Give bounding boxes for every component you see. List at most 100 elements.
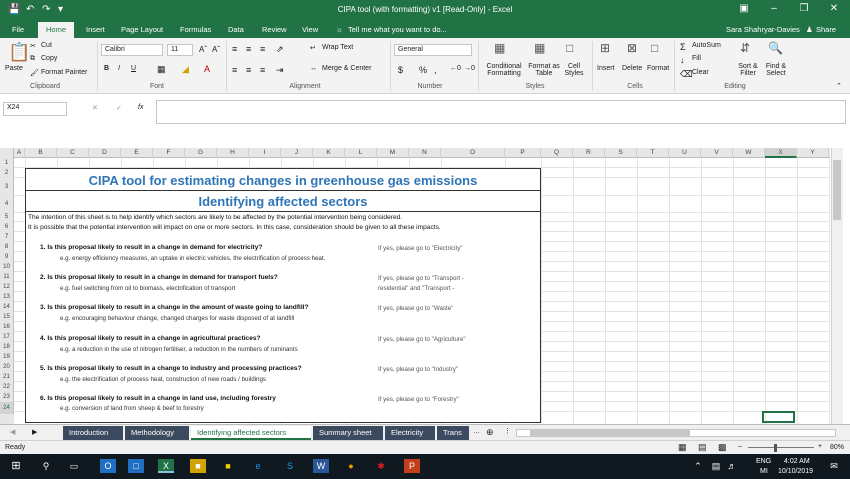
scroll-tabs-left-icon[interactable]: ◀ (10, 428, 15, 436)
chrome-icon[interactable]: ● (343, 459, 359, 473)
wrap-text-icon[interactable]: ↵ (310, 44, 316, 52)
language-sub[interactable]: MI (760, 468, 768, 475)
windows-start-icon[interactable]: ⊞ (8, 459, 24, 473)
sheet-tab-methodology[interactable]: Methodology (125, 426, 189, 440)
column-header-Q[interactable]: Q (541, 148, 573, 158)
select-all-corner[interactable] (0, 148, 14, 158)
column-header-B[interactable]: B (25, 148, 57, 158)
sheet-tab-introduction[interactable]: Introduction (63, 426, 123, 440)
fill-icon[interactable]: ↓ (680, 55, 685, 65)
tab-home[interactable]: Home (38, 22, 75, 38)
column-header-C[interactable]: C (57, 148, 89, 158)
orientation-icon[interactable]: ⇗ (276, 44, 284, 55)
copy-button[interactable]: Copy (41, 55, 57, 62)
conditional-formatting-button[interactable]: Conditional Formatting (482, 63, 526, 77)
outlook-icon[interactable]: O (100, 459, 116, 473)
user-name[interactable]: Sara Shahryar-Davies (726, 25, 800, 34)
page-layout-view-icon[interactable]: ▤ (698, 442, 707, 453)
row-header-24[interactable]: 24 (0, 402, 14, 414)
row-header-10[interactable]: 10 (0, 262, 14, 272)
row-header-15[interactable]: 15 (0, 312, 14, 322)
column-header-S[interactable]: S (605, 148, 637, 158)
column-header-E[interactable]: E (121, 148, 153, 158)
word-icon[interactable]: W (313, 459, 329, 473)
number-format-select[interactable]: General (394, 44, 472, 56)
ribbon-display-icon[interactable]: ▣ (730, 3, 758, 14)
language-indicator[interactable]: ENG (756, 458, 771, 465)
fill-color-icon[interactable]: ◢ (182, 64, 189, 75)
horizontal-scroll-thumb[interactable] (530, 430, 690, 436)
vertical-scroll-thumb[interactable] (833, 160, 841, 220)
zoom-slider-thumb[interactable] (774, 444, 777, 452)
sticky-notes-icon[interactable]: ■ (220, 459, 236, 473)
restore-icon[interactable]: ❐ (790, 3, 818, 14)
active-cell-X24[interactable] (762, 411, 795, 423)
row-header-5[interactable]: 5 (0, 213, 14, 222)
font-color-icon[interactable]: A (204, 64, 210, 74)
row-header-18[interactable]: 18 (0, 342, 14, 352)
zoom-level[interactable]: 80% (830, 444, 844, 451)
zoom-in-icon[interactable]: + (818, 443, 822, 450)
zoom-slider[interactable] (748, 447, 814, 448)
borders-icon[interactable]: ▦ (157, 64, 166, 75)
excel-icon[interactable]: X (158, 459, 174, 473)
cell-styles-button[interactable]: Cell Styles (561, 63, 587, 77)
zoom-out-icon[interactable]: – (738, 443, 742, 450)
clear-button[interactable]: Clear (692, 69, 709, 76)
show-hidden-icons-icon[interactable]: ⌃ (690, 459, 706, 473)
row-header-16[interactable]: 16 (0, 322, 14, 332)
cut-icon[interactable]: ✂ (30, 42, 36, 50)
skype-icon[interactable]: S (282, 459, 298, 473)
column-header-A[interactable]: A (14, 148, 25, 158)
column-header-P[interactable]: P (505, 148, 541, 158)
page-break-view-icon[interactable]: ▩ (718, 442, 727, 453)
column-header-I[interactable]: I (249, 148, 281, 158)
column-header-O[interactable]: O (441, 148, 505, 158)
row-header-20[interactable]: 20 (0, 362, 14, 372)
insert-cells-button[interactable]: Insert (597, 65, 615, 72)
row-header-4[interactable]: 4 (0, 196, 14, 213)
row-header-23[interactable]: 23 (0, 392, 14, 402)
column-header-N[interactable]: N (409, 148, 441, 158)
align-center-icon[interactable]: ≡ (246, 65, 251, 75)
column-header-U[interactable]: U (669, 148, 701, 158)
autosum-button[interactable]: AutoSum (692, 42, 721, 49)
format-table-icon[interactable]: ▦ (534, 41, 545, 55)
cell-styles-icon[interactable]: □ (566, 41, 573, 55)
sort-filter-icon[interactable]: ⇵ (740, 41, 750, 55)
confirm-entry-icon[interactable]: ✓ (116, 104, 122, 112)
merge-center-button[interactable]: Merge & Center (322, 65, 371, 72)
row-header-13[interactable]: 13 (0, 292, 14, 302)
column-header-X[interactable]: X (765, 148, 797, 158)
find-select-button[interactable]: Find & Select (762, 63, 790, 77)
percent-button[interactable]: % (419, 65, 427, 75)
tab-review[interactable]: Review (262, 25, 287, 34)
fill-button[interactable]: Fill (692, 55, 701, 62)
autosum-icon[interactable]: Σ (680, 42, 686, 52)
sheet-tab-electricity[interactable]: Electricity (385, 426, 435, 440)
file-explorer-icon[interactable]: ■ (190, 459, 206, 473)
delete-cells-button[interactable]: Delete (622, 65, 642, 72)
increase-decimal-icon[interactable]: ←0 (450, 65, 461, 72)
calendar-app-icon[interactable]: □ (128, 459, 144, 473)
sort-filter-button[interactable]: Sort & Filter (735, 63, 761, 77)
align-bottom-icon[interactable]: ≡ (260, 44, 265, 54)
name-box[interactable]: X24 (3, 102, 67, 116)
clock-date[interactable]: 10/10/2019 (778, 468, 813, 475)
column-header-M[interactable]: M (377, 148, 409, 158)
column-header-Y[interactable]: Y (797, 148, 829, 158)
clear-icon[interactable]: ⌫ (680, 69, 693, 80)
column-header-R[interactable]: R (573, 148, 605, 158)
row-header-9[interactable]: 9 (0, 252, 14, 262)
row-header-6[interactable]: 6 (0, 222, 14, 232)
formula-input[interactable] (156, 100, 846, 124)
search-icon[interactable]: ⚲ (38, 459, 54, 473)
indent-icon[interactable]: ⇥ (276, 65, 284, 76)
currency-button[interactable]: $ (398, 65, 403, 75)
comma-button[interactable]: , (434, 65, 437, 75)
tab-file[interactable]: File (12, 25, 24, 34)
tab-view[interactable]: View (302, 25, 318, 34)
sheet-tab-summary[interactable]: Summary sheet (313, 426, 383, 440)
row-header-21[interactable]: 21 (0, 372, 14, 382)
align-middle-icon[interactable]: ≡ (246, 44, 251, 54)
